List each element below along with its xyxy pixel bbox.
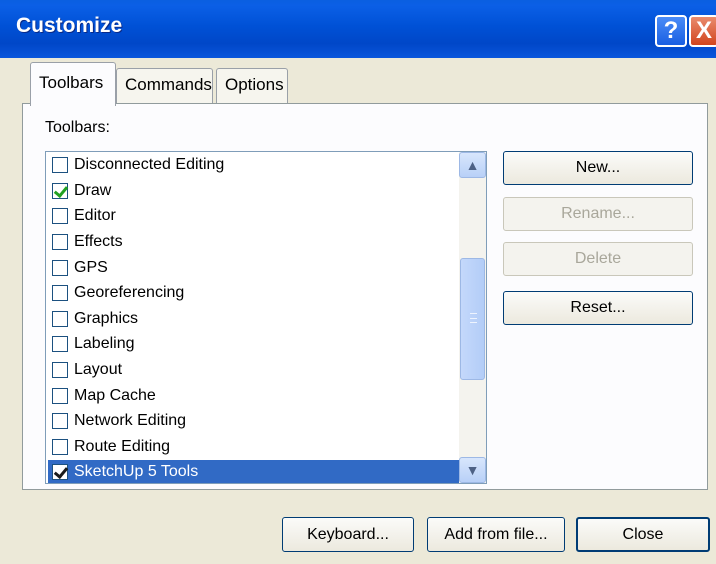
list-item-label: Layout (74, 360, 123, 378)
tab-label: Commands (125, 75, 212, 94)
checkbox[interactable] (52, 157, 68, 174)
title-bar: Customize ? X (0, 0, 716, 58)
list-item[interactable]: Map Cache (48, 383, 460, 409)
delete-button[interactable]: Delete (503, 242, 693, 276)
checkbox[interactable] (52, 387, 68, 404)
checkbox[interactable] (52, 285, 68, 302)
help-button[interactable]: ? (655, 15, 687, 47)
tab-options[interactable]: Options (216, 68, 288, 104)
list-item[interactable]: Route Editing (48, 434, 460, 460)
checkbox[interactable] (52, 259, 68, 276)
scroll-up-arrow-icon[interactable]: ▲ (459, 152, 486, 178)
add-from-file-button[interactable]: Add from file... (427, 517, 565, 552)
list-item-label: Effects (74, 232, 123, 250)
reset-button[interactable]: Reset... (503, 291, 693, 325)
list-item[interactable]: Disconnected Editing (48, 152, 460, 178)
tab-toolbars[interactable]: Toolbars (30, 62, 116, 106)
list-item[interactable]: Effects (48, 229, 460, 255)
checkbox[interactable] (52, 208, 68, 225)
window-title: Customize (16, 14, 123, 37)
list-item-label: Network Editing (74, 412, 187, 430)
scroll-thumb[interactable] (460, 258, 485, 380)
list-item-label: Route Editing (74, 437, 171, 455)
list-item[interactable]: Labeling (48, 332, 460, 358)
list-item-label: Graphics (74, 309, 139, 327)
scroll-down-arrow-icon[interactable]: ▼ (459, 457, 486, 483)
list-item[interactable]: Layout (48, 357, 460, 383)
list-item-label: GPS (74, 258, 108, 276)
list-item-label: Georeferencing (74, 284, 185, 302)
toolbars-section-label: Toolbars: (45, 119, 110, 136)
list-item[interactable]: Graphics (48, 306, 460, 332)
list-item[interactable]: Network Editing (48, 408, 460, 434)
checkbox[interactable] (52, 336, 68, 353)
list-item[interactable]: GPS (48, 255, 460, 281)
close-button[interactable]: Close (576, 517, 710, 552)
keyboard-button[interactable]: Keyboard... (282, 517, 414, 552)
vertical-scrollbar[interactable]: ▲ ▼ (459, 152, 486, 483)
checkbox[interactable] (52, 413, 68, 430)
tab-commands[interactable]: Commands (116, 68, 213, 104)
checkbox[interactable] (52, 361, 68, 378)
list-item-label: Labeling (74, 335, 135, 353)
tab-label: Options (225, 75, 284, 94)
checkbox[interactable] (52, 182, 68, 199)
tab-label: Toolbars (39, 73, 104, 92)
new-button[interactable]: New... (503, 151, 693, 185)
checkbox[interactable] (52, 310, 68, 327)
list-item-label: Draw (74, 181, 112, 199)
checkbox[interactable] (52, 233, 68, 250)
list-item[interactable]: Georeferencing (48, 280, 460, 306)
close-window-button[interactable]: X (689, 15, 716, 47)
checkbox[interactable] (52, 438, 68, 455)
toolbars-list[interactable]: Disconnected Editing Draw Editor Effects… (45, 151, 487, 484)
checkbox[interactable] (52, 464, 68, 481)
list-item-label: Disconnected Editing (74, 156, 225, 174)
list-item-label: Map Cache (74, 386, 156, 404)
list-item[interactable]: Editor (48, 204, 460, 230)
list-item[interactable]: Draw (48, 178, 460, 204)
list-item-label: Editor (74, 207, 116, 225)
grip-icon (470, 313, 477, 323)
list-item-label: SketchUp 5 Tools (74, 463, 199, 481)
list-item-selected[interactable]: SketchUp 5 Tools (48, 459, 460, 483)
rename-button[interactable]: Rename... (503, 197, 693, 231)
